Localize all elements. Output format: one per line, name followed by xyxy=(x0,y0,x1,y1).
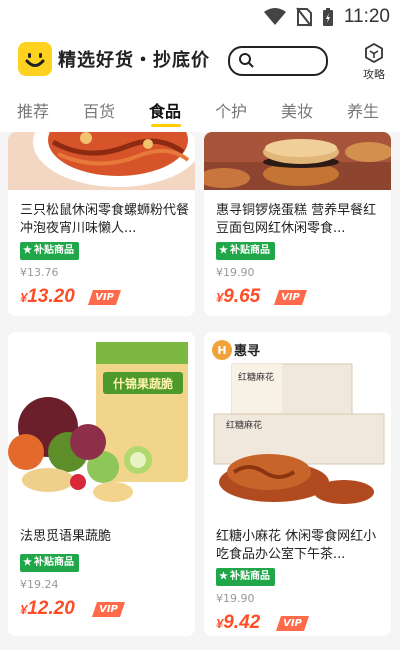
vip-tag: VIP xyxy=(92,602,125,617)
product-image-dorayaki xyxy=(204,132,391,190)
star-icon: ★ xyxy=(23,245,32,256)
tab-recommend[interactable]: 推荐 xyxy=(17,98,49,122)
package-text: 什锦果蔬脆 xyxy=(113,376,173,391)
guide-button[interactable]: 攻略 xyxy=(358,42,390,86)
vip-tag: VIP xyxy=(274,290,307,305)
box-text-back: 红糖麻花 xyxy=(238,371,274,383)
current-price: ¥13.20 xyxy=(20,286,75,307)
status-bar: 11:20 xyxy=(0,0,400,36)
tab-personal-care[interactable]: 个护 xyxy=(215,98,247,122)
tab-food[interactable]: 食品 xyxy=(149,98,181,122)
vip-tag: VIP xyxy=(88,290,121,305)
product-image-mahua: H 惠寻 红糖麻花 红糖麻花 xyxy=(204,332,391,517)
product-name: 红糖小麻花 休闲零食网红小吃食品办公室下午茶... xyxy=(216,529,377,562)
brand-text: 惠寻 xyxy=(234,343,260,359)
product-image-fruit-veg-chips: 什锦果蔬脆 xyxy=(8,332,195,517)
guide-label: 攻略 xyxy=(363,68,385,81)
star-icon: ★ xyxy=(219,571,228,582)
app-title: 精选好货・抄底价 xyxy=(58,50,210,70)
current-price: ¥9.65 xyxy=(216,286,261,307)
tab-beauty[interactable]: 美妆 xyxy=(281,98,313,122)
category-tabs: 推荐 百货 食品 个护 美妆 养生 xyxy=(0,90,400,132)
product-name: 惠寻铜锣烧蛋糕 营养早餐红豆面包网红休闲零食... xyxy=(216,203,377,236)
subsidy-badge: ★ 补贴商品 xyxy=(216,568,275,586)
box-text-front: 红糖麻花 xyxy=(226,419,262,431)
bottom-strip xyxy=(0,640,400,650)
svg-text:H: H xyxy=(217,344,226,357)
app-logo xyxy=(18,42,52,76)
original-price: ¥19.90 xyxy=(216,592,255,605)
current-price: ¥9.42 xyxy=(216,612,261,633)
status-time: 11:20 xyxy=(343,6,390,27)
subsidy-badge: ★ 补贴商品 xyxy=(216,242,275,260)
product-name: 三只松鼠休闲零食螺蛳粉代餐冲泡夜宵川味懒人... xyxy=(20,203,190,236)
product-card[interactable]: 三只松鼠休闲零食螺蛳粉代餐冲泡夜宵川味懒人... ★ 补贴商品 ¥13.76 ¥1… xyxy=(8,132,195,316)
original-price: ¥13.76 xyxy=(20,266,59,279)
app-header: 精选好货・抄底价 攻略 xyxy=(0,36,400,90)
subsidy-badge: ★ 补贴商品 xyxy=(20,554,79,572)
product-name: 法思觅语果蔬脆 xyxy=(20,529,112,544)
cube-icon xyxy=(365,42,383,64)
vip-tag: VIP xyxy=(276,616,309,631)
current-price: ¥12.20 xyxy=(20,598,75,619)
subsidy-badge: ★ 补贴商品 xyxy=(20,242,79,260)
star-icon: ★ xyxy=(23,557,32,568)
product-image-noodles xyxy=(8,132,195,190)
original-price: ¥19.90 xyxy=(216,266,255,279)
battery-icon xyxy=(322,8,333,26)
product-card[interactable]: 惠寻铜锣烧蛋糕 营养早餐红豆面包网红休闲零食... ★ 补贴商品 ¥19.90 ¥… xyxy=(204,132,391,316)
search-box[interactable] xyxy=(228,46,328,76)
star-icon: ★ xyxy=(219,245,228,256)
smile-logo-icon xyxy=(25,53,45,67)
active-tab-indicator xyxy=(151,124,181,127)
product-card[interactable]: 什锦果蔬脆 法思觅语果蔬脆 ★ 补贴商品 ¥19.24 ¥12.20 VIP xyxy=(8,332,195,636)
tab-wellness[interactable]: 养生 xyxy=(347,98,379,122)
no-sim-icon xyxy=(296,7,312,27)
search-icon xyxy=(239,53,254,68)
product-card[interactable]: H 惠寻 红糖麻花 红糖麻花 红糖小麻花 休闲零食网红小吃食品办公室下午茶...… xyxy=(204,332,391,636)
original-price: ¥19.24 xyxy=(20,578,59,591)
tab-general-goods[interactable]: 百货 xyxy=(83,98,115,122)
wifi-icon xyxy=(263,8,286,25)
